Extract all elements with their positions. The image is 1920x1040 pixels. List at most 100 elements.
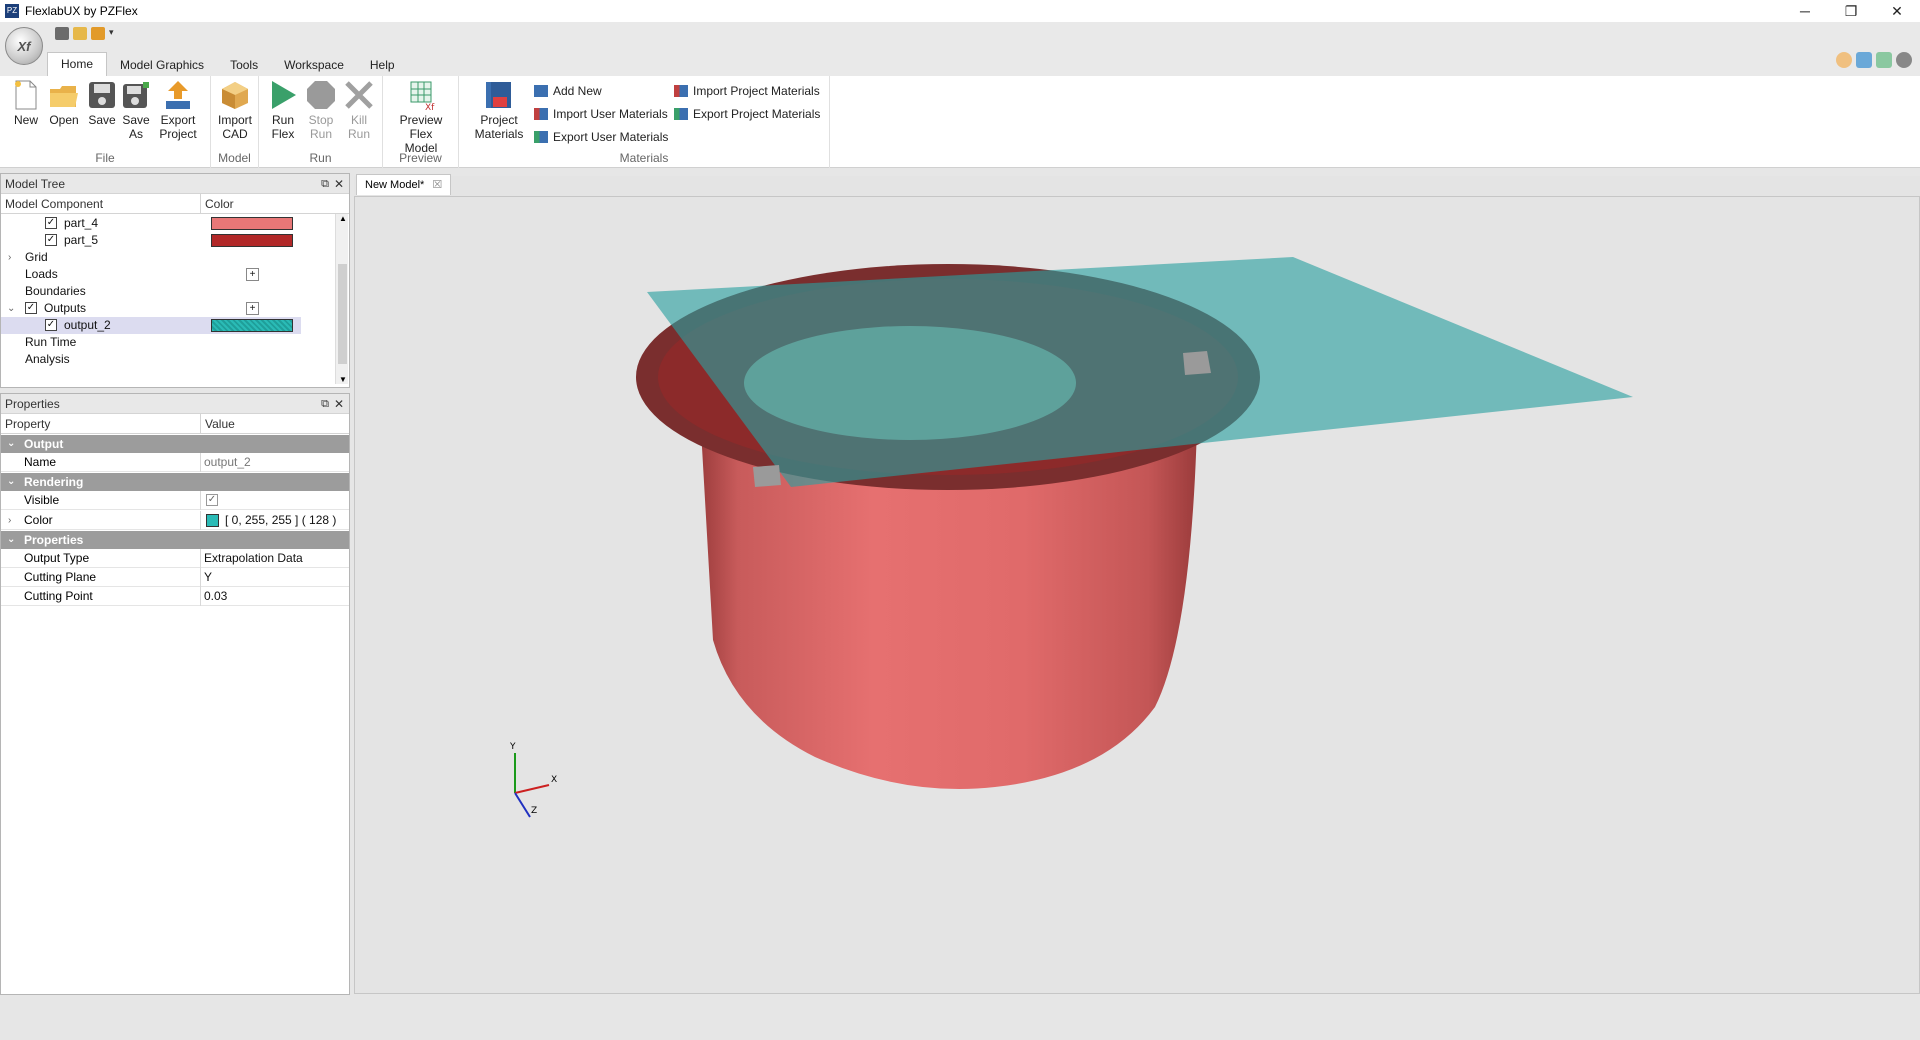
close-button[interactable]: ✕ [1874, 0, 1920, 22]
quick-open-icon[interactable] [73, 27, 87, 40]
open-folder-icon [48, 79, 80, 111]
collapse-chevron-icon[interactable]: ⌄ [7, 300, 15, 317]
settings-gear-icon[interactable] [1896, 52, 1912, 68]
y-axis-label: Y [509, 742, 516, 752]
output-2-checkbox[interactable]: ✓ [45, 319, 57, 331]
new-button[interactable]: New [6, 79, 46, 127]
tree-item-part-5[interactable]: ✓ part_5 [1, 232, 331, 249]
float-panel-icon[interactable]: ⧉ [321, 174, 329, 194]
properties-section[interactable]: ⌄ Properties [1, 531, 349, 549]
stop-run-button[interactable]: Stop Run [301, 79, 341, 141]
import-project-materials-button[interactable]: Import Project Materials [674, 83, 820, 99]
document-tab-new-model[interactable]: New Model* ☒ [356, 174, 452, 195]
z-axis-label: Z [531, 806, 537, 816]
add-output-button[interactable]: + [246, 302, 259, 315]
tab-tools[interactable]: Tools [217, 54, 271, 76]
run-flex-button[interactable]: Run Flex [263, 79, 303, 141]
preview-flex-model-button[interactable]: Xf Preview Flex Model [387, 79, 455, 155]
cutting-point-value[interactable]: 0.03 [204, 587, 227, 606]
model-tree-body: ✓ part_4 ✓ part_5 › Grid Loads + Boundar… [1, 214, 349, 386]
close-panel-icon[interactable]: ✕ [334, 174, 344, 194]
tree-item-loads[interactable]: Loads + [1, 266, 331, 283]
scroll-thumb[interactable] [338, 264, 347, 364]
run-group: Run Flex Stop Run Kill Run Run [259, 76, 383, 168]
value-column-header[interactable]: Value [201, 414, 235, 433]
3d-viewport[interactable]: Y X Z [354, 196, 1920, 994]
import-user-materials-button[interactable]: Import User Materials [534, 106, 668, 122]
minimize-button[interactable]: ─ [1782, 0, 1828, 22]
kill-run-button[interactable]: Kill Run [339, 79, 379, 141]
cutting-point-row: Cutting Point 0.03 [1, 587, 349, 606]
customize-toolbar-icon[interactable]: ▾ [109, 27, 117, 40]
visible-checkbox[interactable]: ✓ [206, 494, 218, 506]
color-value[interactable]: [ 0, 255, 255 ] ( 128 ) [225, 511, 336, 530]
outputs-checkbox[interactable]: ✓ [25, 302, 37, 314]
tree-item-output-2[interactable]: ✓ output_2 [1, 317, 301, 334]
scroll-up-icon[interactable]: ▲ [339, 214, 347, 223]
save-as-icon [120, 79, 152, 111]
properties-title: Properties ⧉ ✕ [1, 394, 349, 414]
window-title: FlexlabUX by PZFlex [25, 4, 138, 18]
rendering-section[interactable]: ⌄ Rendering [1, 473, 349, 491]
expand-chevron-icon[interactable]: › [8, 511, 11, 530]
cutting-plane-value[interactable]: Y [204, 568, 212, 587]
expand-chevron-icon[interactable]: › [8, 249, 11, 266]
tree-item-analysis[interactable]: Analysis [1, 351, 331, 368]
tree-item-grid[interactable]: › Grid [1, 249, 331, 266]
close-panel-icon[interactable]: ✕ [334, 394, 344, 414]
tree-scrollbar[interactable]: ▲ ▼ [335, 214, 348, 384]
scroll-down-icon[interactable]: ▼ [339, 375, 347, 384]
project-materials-button[interactable]: Project Materials [473, 79, 525, 141]
import-cad-button[interactable]: Import CAD [215, 79, 255, 141]
property-column-header[interactable]: Property [1, 414, 201, 433]
tree-item-outputs[interactable]: ⌄ ✓ Outputs + [1, 300, 331, 317]
add-new-icon [534, 85, 548, 97]
part-5-checkbox[interactable]: ✓ [45, 234, 57, 246]
model-render[interactable]: Y X Z [355, 197, 1919, 993]
output-2-color-swatch[interactable] [211, 319, 293, 332]
quick-save-icon[interactable] [55, 27, 69, 40]
model-tree-title: Model Tree ⧉ ✕ [1, 174, 349, 194]
theme-icon[interactable] [1836, 52, 1852, 68]
component-column-header[interactable]: Model Component [1, 194, 201, 213]
tab-workspace[interactable]: Workspace [271, 54, 357, 76]
file-group-label: File [95, 151, 115, 165]
tab-help[interactable]: Help [357, 54, 408, 76]
part-4-checkbox[interactable]: ✓ [45, 217, 57, 229]
tab-home[interactable]: Home [47, 52, 108, 76]
preview-grid-icon: Xf [405, 79, 437, 111]
menu-bar: Xf ▾ Home Model Graphics Tools Workspace… [0, 22, 1920, 76]
color-value-swatch[interactable] [206, 514, 219, 527]
quick-export-icon[interactable] [91, 27, 105, 40]
part-4-color-swatch[interactable] [211, 217, 293, 230]
close-tab-icon[interactable]: ☒ [432, 175, 442, 195]
export-user-materials-button[interactable]: Export User Materials [534, 129, 668, 145]
chart-icon[interactable] [1876, 52, 1892, 68]
color-column-header[interactable]: Color [201, 194, 234, 213]
tab-model-graphics[interactable]: Model Graphics [107, 54, 217, 76]
application-menu-button[interactable]: Xf [5, 27, 43, 65]
maximize-button[interactable]: ❐ [1828, 0, 1874, 22]
export-project-button[interactable]: Export Project [155, 79, 201, 141]
save-as-button[interactable]: Save As [116, 79, 156, 141]
export-project-materials-button[interactable]: Export Project Materials [674, 106, 820, 122]
visible-row: Visible ✓ [1, 491, 349, 510]
output-section[interactable]: ⌄ Output [1, 435, 349, 453]
layout-icon[interactable] [1856, 52, 1872, 68]
open-button[interactable]: Open [44, 79, 84, 127]
tree-item-boundaries[interactable]: Boundaries [1, 283, 331, 300]
name-value[interactable]: output_2 [204, 453, 251, 472]
preview-group-label: Preview [399, 151, 442, 165]
tree-item-run-time[interactable]: Run Time [1, 334, 331, 351]
tree-item-part-4[interactable]: ✓ part_4 [1, 215, 331, 232]
run-group-label: Run [309, 151, 332, 165]
float-panel-icon[interactable]: ⧉ [321, 394, 329, 414]
output-type-value[interactable]: Extrapolation Data [204, 549, 303, 568]
import-user-materials-icon [534, 108, 548, 120]
axes-triad: Y X Z [509, 742, 557, 818]
part-5-color-swatch[interactable] [211, 234, 293, 247]
project-materials-icon [483, 79, 515, 111]
properties-panel: Properties ⧉ ✕ Property Value ⌄ Output N… [0, 393, 350, 995]
add-new-material-button[interactable]: Add New [534, 83, 602, 99]
add-load-button[interactable]: + [246, 268, 259, 281]
